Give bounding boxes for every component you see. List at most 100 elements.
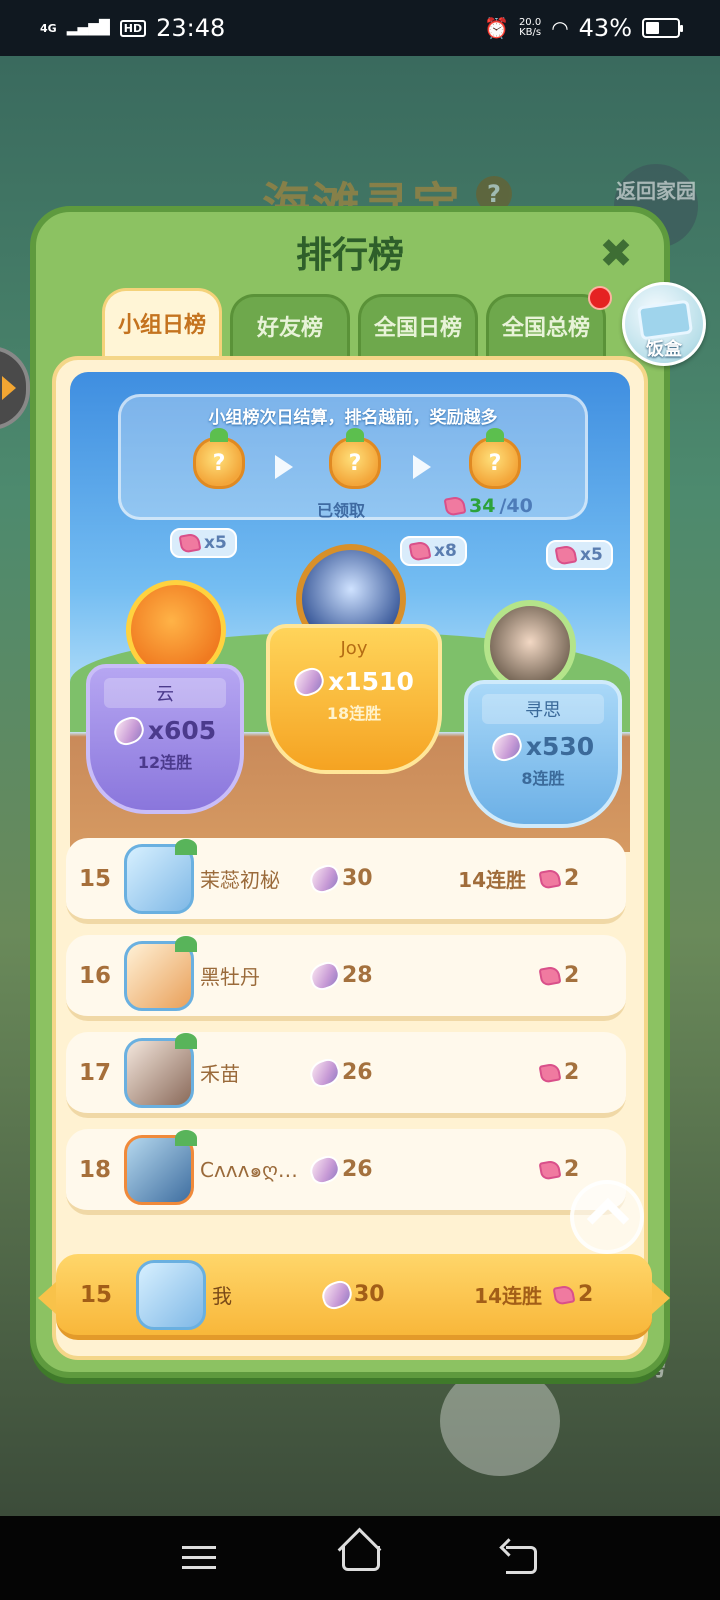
battery-icon xyxy=(642,18,683,38)
avatar[interactable] xyxy=(124,1129,197,1205)
reward-pineapple-icon[interactable]: ? xyxy=(329,428,381,489)
avatar[interactable] xyxy=(136,1259,206,1330)
starfish-icon xyxy=(178,532,202,554)
starfish-icon xyxy=(538,964,562,987)
avatar[interactable] xyxy=(124,838,197,914)
shell-icon xyxy=(306,861,344,896)
reward-count: x5 xyxy=(204,533,227,553)
network-rate: 20.0 KB/s xyxy=(519,18,541,38)
menu-icon[interactable] xyxy=(178,1536,222,1580)
shell-icon xyxy=(306,958,344,993)
reward-progress: 34/40 xyxy=(443,495,533,517)
shell-icon xyxy=(290,664,328,699)
signal-icon: ▂▄▆█ xyxy=(66,20,110,36)
banner-text: 小组榜次日结算，排名越前，奖励越多 xyxy=(208,408,498,428)
player-score: 30 xyxy=(318,1277,442,1312)
table-row[interactable]: 17 禾苗 26 2 xyxy=(66,1032,626,1118)
score-value: 28 xyxy=(342,963,373,988)
shell-icon xyxy=(306,1152,344,1187)
reward-count: x8 xyxy=(434,541,457,561)
player-name: Cʌʌʌ๑ღ… xyxy=(200,1157,298,1182)
reward-count: 2 xyxy=(564,1157,580,1182)
podium-second: 云 x605 12连胜 xyxy=(86,664,244,814)
hand-pointer-icon xyxy=(440,1366,560,1476)
rank-number: 15 xyxy=(78,865,111,892)
reward: 2 xyxy=(538,1060,580,1085)
player-score: 26 xyxy=(306,1055,430,1090)
battery-percent: 43% xyxy=(578,14,632,42)
panel-title: 排行榜 xyxy=(295,235,404,276)
reward-pineapple-icon[interactable]: ? xyxy=(469,428,521,489)
shell-icon xyxy=(306,1055,344,1090)
score-value: 26 xyxy=(342,1157,373,1182)
my-rank-row[interactable]: 15 我 30 14连胜 2 xyxy=(38,1254,670,1340)
player-score: x1510 xyxy=(270,664,438,699)
rank-number: 16 xyxy=(78,962,111,989)
shell-icon xyxy=(110,713,148,748)
side-expand-arrow-icon[interactable] xyxy=(0,346,30,430)
starfish-icon xyxy=(538,867,562,890)
back-icon[interactable] xyxy=(498,1536,542,1580)
rank-number: 15 xyxy=(79,1281,112,1308)
starfish-icon xyxy=(552,1283,576,1306)
ranking-list[interactable]: 15 茉蕊初柲 30 14连胜 2 16 黑牡丹 28 2 17 禾苗 26 2… xyxy=(66,838,626,1226)
reward-count: 2 xyxy=(564,1060,580,1085)
system-nav-bar xyxy=(0,1516,720,1600)
player-score: 28 xyxy=(306,958,430,993)
rank-number: 18 xyxy=(78,1156,111,1183)
player-name: 云 xyxy=(104,678,226,708)
win-streak: 8连胜 xyxy=(521,769,565,788)
notification-dot xyxy=(588,286,612,310)
player-score: 26 xyxy=(306,1152,430,1187)
tab-national-daily[interactable]: 全国日榜 xyxy=(358,294,478,358)
home-icon[interactable] xyxy=(338,1536,382,1580)
win-streak: 12连胜 xyxy=(137,753,193,772)
starfish-icon xyxy=(408,540,432,562)
podium-third: 寻思 x530 8连胜 xyxy=(464,680,622,828)
avatar-third[interactable] xyxy=(484,600,576,692)
progress-current: 34 xyxy=(469,495,496,517)
tab-group-daily[interactable]: 小组日榜 xyxy=(102,288,222,358)
claimed-label: 已领取 xyxy=(317,501,366,520)
reward-pineapple-icon[interactable]: ? xyxy=(193,428,245,489)
table-row[interactable]: 18 Cʌʌʌ๑ღ… 26 2 xyxy=(66,1129,626,1215)
starfish-icon xyxy=(443,495,467,517)
table-row[interactable]: 15 茉蕊初柲 30 14连胜 2 xyxy=(66,838,626,924)
reward: 2 xyxy=(552,1282,594,1307)
table-row[interactable]: 16 黑牡丹 28 2 xyxy=(66,935,626,1021)
reward: 2 xyxy=(538,963,579,988)
starfish-icon xyxy=(538,1158,562,1181)
wifi-icon: ◠ xyxy=(551,16,569,40)
player-name: 茉蕊初柲 xyxy=(200,868,280,892)
player-name: 黑牡丹 xyxy=(200,965,260,989)
hd-badge: HD xyxy=(119,19,147,37)
player-score: 30 xyxy=(306,861,430,896)
reward-banner: 小组榜次日结算，排名越前，奖励越多 ? ? ? 已领取 34/40 xyxy=(118,394,588,520)
podium-scene: 小组榜次日结算，排名越前，奖励越多 ? ? ? 已领取 34/40 x5 x8 xyxy=(70,372,630,852)
leaderboard-tabs: 小组日榜 好友榜 全国日榜 全国总榜 xyxy=(102,288,606,358)
player-name: Joy xyxy=(340,638,368,659)
reward: 2 xyxy=(538,866,579,891)
network-rate-unit: KB/s xyxy=(519,27,542,38)
arrow-right-icon xyxy=(275,455,293,479)
lunchbox-button[interactable]: 饭盒 xyxy=(622,282,706,366)
close-icon[interactable]: ✖ xyxy=(594,232,638,276)
reward-count: 2 xyxy=(578,1282,594,1307)
arrow-right-icon xyxy=(413,455,431,479)
player-score: x530 xyxy=(468,729,618,764)
avatar[interactable] xyxy=(124,935,197,1011)
score-value: x1510 xyxy=(328,667,414,696)
clock: 23:48 xyxy=(156,14,226,42)
reward: 2 xyxy=(538,1157,580,1182)
network-indicator: 4G xyxy=(40,21,57,35)
score-value: 30 xyxy=(354,1282,385,1307)
scroll-to-top-button[interactable] xyxy=(570,1180,644,1254)
reward-bubble-first: x8 xyxy=(400,536,467,566)
tab-friends[interactable]: 好友榜 xyxy=(230,294,350,358)
starfish-icon xyxy=(538,1061,562,1084)
leaderboard-content: 小组榜次日结算，排名越前，奖励越多 ? ? ? 已领取 34/40 x5 x8 xyxy=(52,356,648,1360)
win-streak: 14连胜 xyxy=(458,868,526,892)
tab-national-total[interactable]: 全国总榜 xyxy=(486,294,606,358)
avatar[interactable] xyxy=(124,1032,197,1108)
shell-icon xyxy=(318,1277,356,1312)
